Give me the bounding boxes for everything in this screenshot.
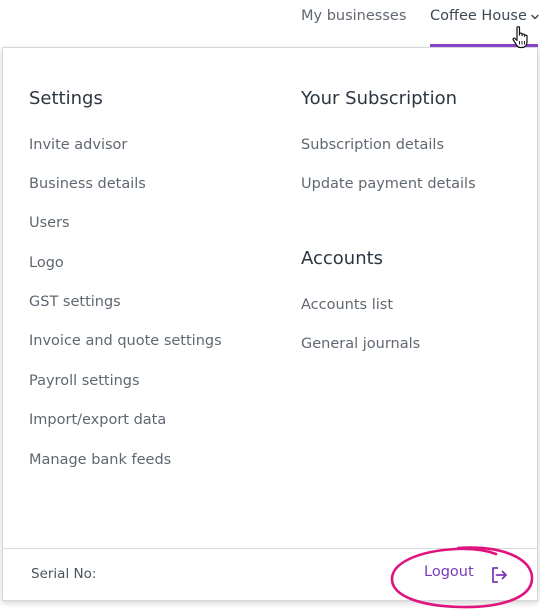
menu-item-manage-bank-feeds[interactable]: Manage bank feeds [29,452,171,468]
logout-button[interactable]: Logout [424,564,474,580]
hand-pointer-icon [512,26,528,49]
subscription-heading: Your Subscription [301,88,457,109]
menu-item-import-export-data[interactable]: Import/export data [29,412,166,428]
menu-item-invite-advisor[interactable]: Invite advisor [29,137,127,153]
menu-item-subscription-details[interactable]: Subscription details [301,137,444,153]
menu-item-update-payment-details[interactable]: Update payment details [301,176,476,192]
chevron-down-icon[interactable] [530,12,540,22]
menu-item-general-journals[interactable]: General journals [301,336,420,352]
business-settings-dropdown: Settings Invite advisor Business details… [2,47,538,601]
serial-number-label: Serial No: [31,566,97,582]
menu-item-business-details[interactable]: Business details [29,176,146,192]
menu-item-logo[interactable]: Logo [29,255,64,271]
accounts-heading: Accounts [301,248,384,269]
menu-item-gst-settings[interactable]: GST settings [29,294,121,310]
menu-item-invoice-quote-settings[interactable]: Invoice and quote settings [29,333,222,349]
settings-heading: Settings [29,88,103,109]
menu-item-users[interactable]: Users [29,215,70,231]
top-nav: My businesses Coffee House [0,0,540,47]
business-menu-button[interactable]: Coffee House [430,8,527,24]
menu-item-accounts-list[interactable]: Accounts list [301,297,393,313]
logout-icon[interactable] [489,565,509,585]
dropdown-footer: Serial No: Logout [3,548,537,600]
my-businesses-link[interactable]: My businesses [301,8,406,24]
menu-item-payroll-settings[interactable]: Payroll settings [29,373,140,389]
